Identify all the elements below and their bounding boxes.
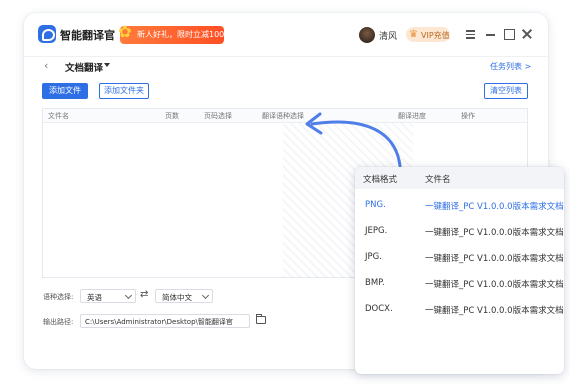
- maximize-icon[interactable]: [503, 28, 515, 40]
- table-header: 文件名 页数 页码选择 翻译语种选择 翻译进度 操作: [43, 109, 527, 123]
- chevron-down-icon[interactable]: [104, 63, 110, 67]
- list-item[interactable]: JEPG. 一键翻译_PC V1.0.0.0版本需求文档: [355, 218, 564, 244]
- minimize-icon[interactable]: [485, 28, 497, 40]
- column-filename: 文件名: [48, 112, 69, 120]
- target-language-select[interactable]: 简体中文: [155, 289, 213, 303]
- supported-formats-popup: 文档格式 文件名 PNG. 一键翻译_PC V1.0.0.0版本需求文档 JEP…: [355, 167, 564, 374]
- promo-banner[interactable]: ✿ 新人好礼，限时立减100元: [118, 22, 232, 44]
- format-label: JPG.: [365, 252, 382, 262]
- clear-list-button[interactable]: 清空列表: [484, 83, 528, 99]
- list-item[interactable]: BMP. 一键翻译_PC V1.0.0.0版本需求文档: [355, 270, 564, 296]
- menu-icon[interactable]: [465, 28, 477, 40]
- task-list-link[interactable]: 任务列表 >: [490, 61, 531, 72]
- app-title: 智能翻译官: [60, 29, 115, 42]
- list-item[interactable]: DOCX. 一键翻译_PC V1.0.0.0版本需求文档: [355, 296, 564, 322]
- page-title[interactable]: 文档翻译: [65, 60, 103, 74]
- vip-recharge-button[interactable]: ♛ VIP充值: [406, 27, 450, 42]
- format-label: BMP.: [365, 278, 385, 288]
- source-language-select[interactable]: 英语: [80, 289, 136, 303]
- file-name: 一键翻译_PC V1.0.0.0版本需求文档: [425, 254, 564, 264]
- column-language-select: 翻译语种选择: [262, 112, 304, 120]
- add-file-button[interactable]: 添加文件: [42, 83, 88, 99]
- promo-text: 新人好礼，限时立减100元: [137, 30, 233, 39]
- target-language-value: 简体中文: [162, 293, 192, 302]
- crown-icon: ♛: [409, 29, 418, 40]
- swap-icon[interactable]: ⇄: [140, 290, 148, 300]
- vip-label: VIP充值: [421, 31, 450, 40]
- chevron-down-icon: [124, 291, 133, 300]
- app-logo-icon: [38, 25, 56, 43]
- column-actions: 操作: [461, 112, 475, 120]
- format-label: JEPG.: [365, 226, 388, 236]
- popup-header: 文档格式 文件名: [355, 167, 564, 189]
- popup-column-filename: 文件名: [425, 175, 451, 185]
- list-item[interactable]: PNG. 一键翻译_PC V1.0.0.0版本需求文档: [355, 192, 564, 218]
- close-icon[interactable]: [521, 28, 533, 40]
- output-path-label: 输出路径:: [43, 318, 74, 326]
- avatar[interactable]: [359, 27, 375, 43]
- back-arrow-icon[interactable]: ‹: [44, 60, 54, 72]
- folder-icon[interactable]: [256, 314, 266, 324]
- add-folder-button[interactable]: 添加文件夹: [99, 83, 149, 99]
- language-label: 语种选择:: [43, 293, 74, 301]
- output-path-input[interactable]: C:\Users\Administrator\Desktop\智能翻译官: [80, 314, 250, 328]
- format-label: DOCX.: [365, 304, 393, 314]
- chevron-down-icon: [201, 291, 210, 300]
- format-label: PNG.: [365, 200, 386, 210]
- username: 清风: [379, 32, 398, 42]
- source-language-value: 英语: [87, 293, 102, 302]
- output-path-value: C:\Users\Administrator\Desktop\智能翻译官: [85, 318, 233, 326]
- popup-column-format: 文档格式: [363, 175, 398, 185]
- file-name: 一键翻译_PC V1.0.0.0版本需求文档: [425, 228, 564, 238]
- file-name: 一键翻译_PC V1.0.0.0版本需求文档: [425, 306, 564, 316]
- file-name: 一键翻译_PC V1.0.0.0版本需求文档: [425, 280, 564, 290]
- column-progress: 翻译进度: [398, 112, 426, 120]
- list-item[interactable]: JPG. 一键翻译_PC V1.0.0.0版本需求文档: [355, 244, 564, 270]
- gift-icon: ✿: [118, 22, 132, 41]
- file-name: 一键翻译_PC V1.0.0.0版本需求文档: [425, 202, 564, 212]
- column-pages: 页数: [165, 112, 179, 120]
- title-bar: 智能翻译官 ✿ 新人好礼，限时立减100元 清风 ♛ VIP充值: [24, 13, 548, 57]
- column-page-select: 页码选择: [204, 112, 232, 120]
